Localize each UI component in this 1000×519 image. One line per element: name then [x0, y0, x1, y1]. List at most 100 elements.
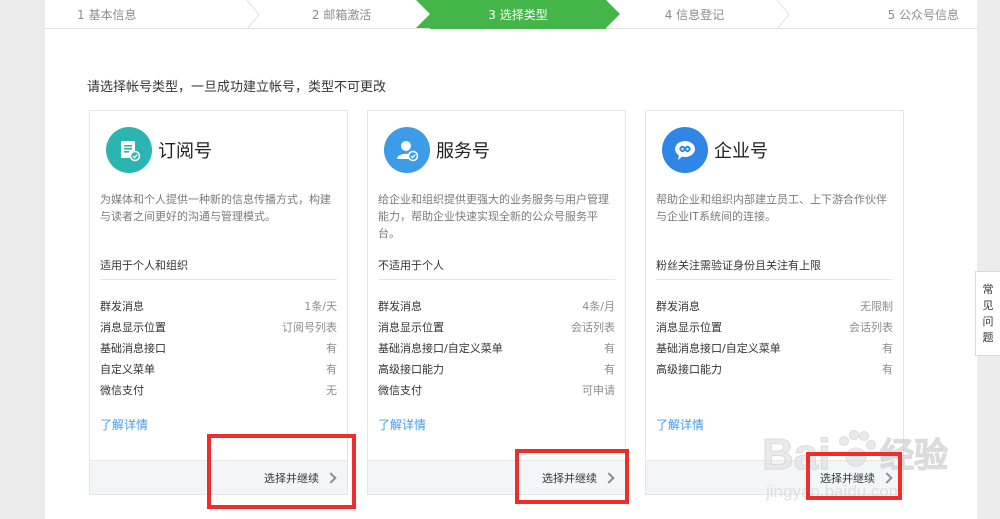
card-description: 帮助企业和组织内部建立员工、上下游合作伙伴与企业IT系统间的连接。 — [656, 193, 887, 223]
select-subscription-button[interactable]: 选择并继续 — [264, 470, 337, 486]
feature-row: 消息显示位置 会话列表 — [378, 316, 615, 337]
feature-row: 自定义菜单 有 — [100, 358, 337, 379]
chevron-right-icon — [603, 471, 615, 484]
step-lead-in — [415, 0, 430, 28]
feature-value: 有 — [882, 341, 893, 355]
card-description: 为媒体和个人提供一种新的信息传播方式，构建与读者之间更好的沟通与管理模式。 — [100, 193, 331, 223]
feature-row: 消息显示位置 订阅号列表 — [100, 316, 337, 337]
account-type-card-enterprise: 企业号 帮助企业和组织内部建立员工、上下游合作伙伴与企业IT系统间的连接。 粉丝… — [645, 110, 904, 495]
feature-value: 有 — [604, 341, 615, 355]
learn-more-link[interactable]: 了解详情 — [100, 416, 148, 433]
card-title: 服务号 — [436, 141, 490, 162]
feature-key: 群发消息 — [378, 299, 422, 313]
card-title: 订阅号 — [158, 141, 212, 162]
feature-key: 消息显示位置 — [100, 320, 166, 334]
step-label: 4 信息登记 — [664, 8, 725, 22]
faq-char: 见 — [982, 298, 994, 312]
feature-row: 微信支付 无 — [100, 379, 337, 400]
step-basic-info: 1 基本信息 — [45, 0, 261, 29]
feature-row: 基础消息接口 有 — [100, 337, 337, 358]
card-footer: 选择并继续 — [90, 460, 347, 494]
account-type-card-service: 服务号 给企业和组织提供更强大的业务服务与用户管理能力，帮助企业快速实现全新的公… — [367, 110, 626, 495]
card-divider — [656, 279, 893, 280]
card-footer: 选择并继续 — [368, 460, 625, 494]
faq-char: 题 — [982, 330, 994, 344]
feature-value: 无 — [326, 383, 337, 397]
feature-key: 高级接口能力 — [656, 362, 722, 376]
feature-key: 基础消息接口/自定义菜单 — [378, 341, 503, 355]
feature-list: 群发消息 1条/天 消息显示位置 订阅号列表 基础消息接口有 自定义菜单有 微信支付… — [100, 295, 337, 400]
step-label: 3 选择类型 — [488, 8, 548, 22]
subscription-account-icon — [106, 127, 152, 173]
card-title: 企业号 — [714, 141, 768, 162]
button-label: 选择并继续 — [542, 471, 597, 485]
feature-row: 基础消息接口/自定义菜单 有 — [378, 337, 615, 358]
card-footer: 选择并继续 — [646, 460, 903, 494]
card-divider — [100, 279, 337, 280]
step-active-arrow — [606, 0, 621, 28]
feature-key: 基础消息接口 — [100, 341, 166, 355]
step-select-type: 3 选择类型 — [429, 0, 621, 29]
feature-row: 高级接口能力 有 — [656, 358, 893, 379]
enterprise-account-icon — [662, 127, 708, 173]
card-suitability: 适用于个人和组织 — [100, 259, 188, 272]
feature-list: 群发消息 无限制 消息显示位置 会话列表 基础消息接口/自定义菜单有 高级接口能力有 — [656, 295, 893, 379]
chevron-right-icon — [325, 471, 337, 484]
card-suitability: 不适用于个人 — [378, 259, 444, 272]
button-label: 选择并继续 — [264, 471, 319, 485]
feature-row: 基础消息接口/自定义菜单 有 — [656, 337, 893, 358]
card-description: 给企业和组织提供更强大的业务服务与用户管理能力，帮助企业快速实现全新的公众号服务… — [378, 193, 609, 240]
feature-value: 会话列表 — [571, 320, 615, 334]
step-account-info: 5 公众号信息 — [783, 0, 977, 29]
feature-value: 有 — [604, 362, 615, 376]
learn-more-link[interactable]: 了解详情 — [378, 416, 426, 433]
card-header: 订阅号 — [106, 127, 212, 173]
step-separator — [247, 0, 261, 29]
feature-value: 可申请 — [582, 383, 615, 397]
step-label: 2 邮箱激活 — [311, 8, 372, 22]
card-header: 服务号 — [384, 127, 490, 173]
feature-list: 群发消息 4条/月 消息显示位置 会话列表 基础消息接口/自定义菜单有 高级接口能力… — [378, 295, 615, 400]
feature-key: 微信支付 — [100, 383, 144, 397]
learn-more-link[interactable]: 了解详情 — [656, 416, 704, 433]
account-type-card-subscription: 订阅号 为媒体和个人提供一种新的信息传播方式，构建与读者之间更好的沟通与管理模式… — [89, 110, 348, 495]
feature-key: 微信支付 — [378, 383, 422, 397]
feature-key: 基础消息接口/自定义菜单 — [656, 341, 781, 355]
main-panel: 请选择帐号类型，一旦成功建立帐号，类型不可更改 订阅号 为媒体和个人提供一种新的… — [45, 29, 977, 519]
feature-row: 群发消息 无限制 — [656, 295, 893, 316]
step-label: 1 基本信息 — [77, 8, 137, 22]
step-separator — [776, 0, 790, 29]
feature-value: 有 — [326, 341, 337, 355]
feature-row: 高级接口能力 有 — [378, 358, 615, 379]
step-info-registration: 4 信息登记 — [606, 0, 790, 29]
feature-key: 消息显示位置 — [378, 320, 444, 334]
faq-char: 常 — [982, 282, 994, 296]
feature-value: 有 — [882, 362, 893, 376]
feature-key: 自定义菜单 — [100, 362, 155, 376]
feature-key: 群发消息 — [656, 299, 700, 313]
card-header: 企业号 — [662, 127, 768, 173]
feature-value: 订阅号列表 — [282, 320, 337, 334]
step-label: 5 公众号信息 — [887, 8, 960, 22]
chevron-right-icon — [881, 471, 893, 484]
feature-row: 消息显示位置 会话列表 — [656, 316, 893, 337]
select-service-button[interactable]: 选择并继续 — [542, 470, 615, 486]
button-label: 选择并继续 — [820, 471, 875, 485]
feature-key: 消息显示位置 — [656, 320, 722, 334]
feature-value: 有 — [326, 362, 337, 376]
feature-value: 无限制 — [860, 299, 893, 313]
card-suitability: 粉丝关注需验证身份且关注有上限 — [656, 259, 821, 272]
card-divider — [378, 279, 615, 280]
step-progress-bar: 1 基本信息 2 邮箱激活 3 选择类型 4 信息登记 5 公众号信息 — [45, 0, 977, 29]
feature-row: 微信支付 可申请 — [378, 379, 615, 400]
service-account-icon — [384, 127, 430, 173]
feature-row: 群发消息 1条/天 — [100, 295, 337, 316]
faq-side-tab[interactable]: 常 见 问 题 — [975, 271, 1000, 356]
select-enterprise-button[interactable]: 选择并继续 — [820, 470, 893, 486]
feature-key: 群发消息 — [100, 299, 144, 313]
feature-key: 高级接口能力 — [378, 362, 444, 376]
page-instruction: 请选择帐号类型，一旦成功建立帐号，类型不可更改 — [87, 80, 387, 95]
feature-row: 群发消息 4条/月 — [378, 295, 615, 316]
feature-value: 4条/月 — [582, 299, 615, 313]
faq-char: 问 — [982, 314, 994, 328]
